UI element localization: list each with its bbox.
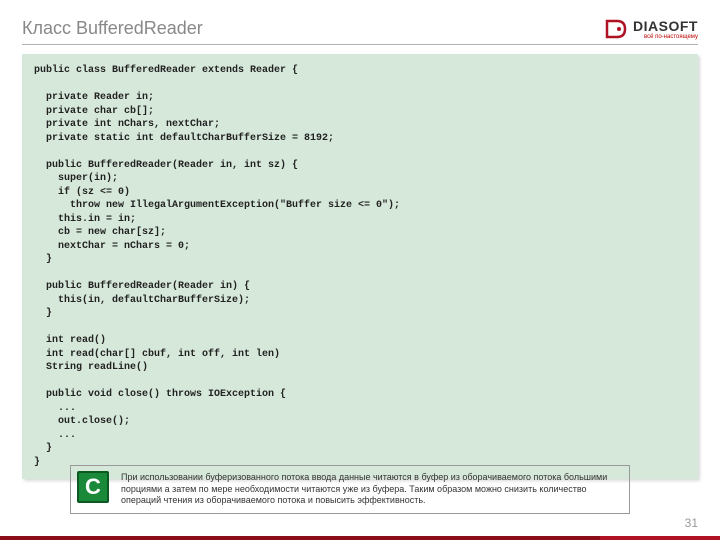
logo: DIASOFT всё по-настоящему bbox=[605, 18, 698, 40]
page-number: 31 bbox=[685, 516, 698, 530]
divider bbox=[22, 44, 698, 45]
note-box: C При использовании буферизованного пото… bbox=[70, 465, 630, 514]
note-text: При использовании буферизованного потока… bbox=[121, 472, 619, 507]
footer-bar bbox=[0, 536, 720, 540]
logo-text: DIASOFT bbox=[633, 18, 698, 34]
page-title: Класс BufferedReader bbox=[22, 18, 203, 39]
code-block: public class BufferedReader extends Read… bbox=[22, 54, 698, 479]
logo-subtext: всё по-настоящему bbox=[633, 34, 698, 40]
note-badge: C bbox=[77, 471, 109, 503]
header: Класс BufferedReader DIASOFT всё по-наст… bbox=[22, 18, 698, 40]
logo-icon bbox=[605, 19, 629, 39]
